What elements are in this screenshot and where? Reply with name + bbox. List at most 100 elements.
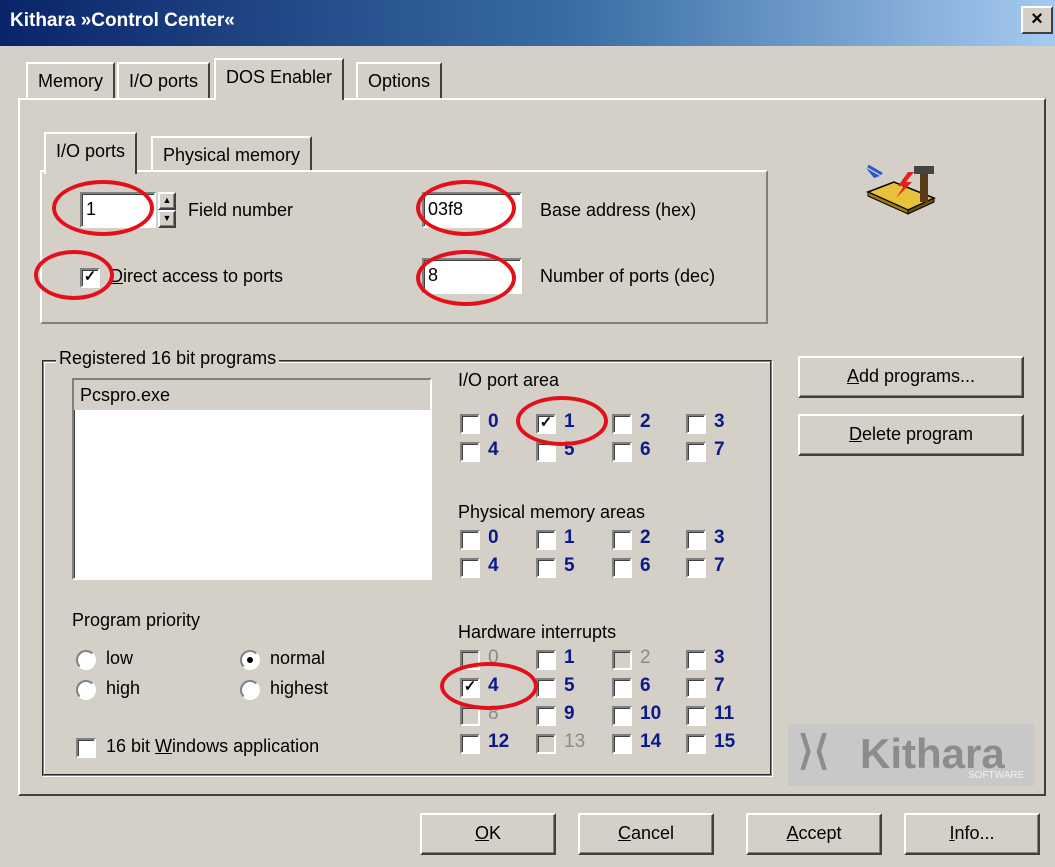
io-port-checkbox-7[interactable] (686, 442, 706, 462)
tab-dos-enabler[interactable]: DOS Enabler (214, 58, 345, 100)
phys-mem-label-3: 3 (714, 527, 725, 548)
field-number-spinner[interactable]: ▲ ▼ (158, 192, 176, 228)
list-item[interactable]: Pcspro.exe (74, 380, 430, 410)
io-port-checkbox-3[interactable] (686, 414, 706, 434)
irq-checkbox-8 (460, 706, 480, 726)
close-button[interactable]: × (1021, 6, 1053, 34)
subtab-io-ports[interactable]: I/O ports (44, 132, 138, 174)
kithara-k-icon: ⟩⟨ (798, 729, 830, 773)
io-port-checkbox-6[interactable] (612, 442, 632, 462)
base-address-label: Base address (hex) (540, 200, 697, 220)
irq-checkbox-7[interactable] (686, 678, 706, 698)
win16-label: 16 bit Windows application (106, 736, 320, 756)
phys-mem-label-4: 4 (488, 555, 499, 576)
irq-label-12: 12 (488, 731, 510, 752)
irq-checkbox-1[interactable] (536, 650, 556, 670)
window-title: Kithara »Control Center« (10, 10, 235, 31)
io-port-label-3: 3 (714, 411, 725, 432)
irq-label-14: 14 (640, 731, 662, 752)
phys-mem-label-5: 5 (564, 555, 575, 576)
irq-checkbox-9[interactable] (536, 706, 556, 726)
num-ports-label: Number of ports (dec) (540, 266, 716, 286)
irq-checkbox-2 (612, 650, 632, 670)
phys-mem-checkbox-7[interactable] (686, 558, 706, 578)
irq-label-9: 9 (564, 703, 575, 724)
phys-mem-checkbox-5[interactable] (536, 558, 556, 578)
io-port-checkbox-0[interactable] (460, 414, 480, 434)
io-port-label-7: 7 (714, 439, 725, 460)
field-number-input[interactable]: 1 (80, 192, 156, 228)
irq-checkbox-5[interactable] (536, 678, 556, 698)
phys-mem-areas-label: Physical memory areas (458, 502, 646, 522)
phys-mem-checkbox-1[interactable] (536, 530, 556, 550)
irq-checkbox-6[interactable] (612, 678, 632, 698)
io-port-checkbox-2[interactable] (612, 414, 632, 434)
phys-mem-checkbox-3[interactable] (686, 530, 706, 550)
radio-high[interactable] (76, 680, 96, 700)
io-port-label-1: 1 (564, 411, 575, 432)
radio-highest-label: highest (270, 678, 329, 698)
delete-program-button[interactable]: Delete program (798, 414, 1024, 456)
accept-button[interactable]: Accept (746, 813, 882, 855)
direct-access-checkbox[interactable]: ✓ (80, 268, 100, 288)
io-port-area-label: I/O port area (458, 370, 560, 390)
radio-low[interactable] (76, 650, 96, 670)
radio-normal[interactable] (240, 650, 260, 670)
add-programs-button[interactable]: Add programs... (798, 356, 1024, 398)
radio-normal-label: normal (270, 648, 326, 668)
spin-down-icon[interactable]: ▼ (158, 210, 176, 228)
spin-up-icon[interactable]: ▲ (158, 192, 176, 210)
num-ports-input[interactable]: 8 (422, 258, 522, 294)
phys-mem-label-7: 7 (714, 555, 725, 576)
irq-checkbox-11[interactable] (686, 706, 706, 726)
program-listbox[interactable]: Pcspro.exe (72, 378, 432, 580)
irq-label-6: 6 (640, 675, 651, 696)
tab-memory[interactable]: Memory (26, 62, 116, 100)
io-port-label-5: 5 (564, 439, 575, 460)
io-port-checkbox-5[interactable] (536, 442, 556, 462)
phys-mem-label-1: 1 (564, 527, 575, 548)
irq-label-8: 8 (488, 703, 499, 724)
info-button[interactable]: Info... (904, 813, 1040, 855)
irq-checkbox-14[interactable] (612, 734, 632, 754)
irq-label-0: 0 (488, 647, 499, 668)
subtab-physical-memory[interactable]: Physical memory (151, 136, 313, 174)
tab-io-ports[interactable]: I/O ports (117, 62, 211, 100)
kithara-logo: ⟩⟨ Kithara SOFTWARE (788, 724, 1034, 786)
io-port-checkbox-1[interactable]: ✓ (536, 414, 556, 434)
direct-access-label: Direct access to ports (110, 266, 284, 286)
irq-checkbox-15[interactable] (686, 734, 706, 754)
io-port-label-2: 2 (640, 411, 651, 432)
io-port-label-6: 6 (640, 439, 651, 460)
io-port-label-0: 0 (488, 411, 499, 432)
base-address-input[interactable]: 03f8 (422, 192, 522, 228)
tab-options[interactable]: Options (356, 62, 443, 100)
irq-label-4: 4 (488, 675, 499, 696)
phys-mem-checkbox-2[interactable] (612, 530, 632, 550)
irq-checkbox-13 (536, 734, 556, 754)
irq-checkbox-4[interactable]: ✓ (460, 678, 480, 698)
irq-checkbox-10[interactable] (612, 706, 632, 726)
irq-checkbox-0 (460, 650, 480, 670)
irq-label-13: 13 (564, 731, 586, 752)
irq-checkbox-3[interactable] (686, 650, 706, 670)
irq-label-7: 7 (714, 675, 725, 696)
irq-label-15: 15 (714, 731, 736, 752)
io-port-label-4: 4 (488, 439, 499, 460)
hw-interrupts-label: Hardware interrupts (458, 622, 617, 642)
hardware-chip-icon (860, 164, 942, 220)
io-port-checkbox-4[interactable] (460, 442, 480, 462)
title-bar: Kithara »Control Center« × (0, 0, 1055, 46)
phys-mem-checkbox-4[interactable] (460, 558, 480, 578)
phys-mem-checkbox-6[interactable] (612, 558, 632, 578)
radio-low-label: low (106, 648, 134, 668)
win16-checkbox[interactable] (76, 738, 96, 758)
irq-label-5: 5 (564, 675, 575, 696)
irq-label-1: 1 (564, 647, 575, 668)
radio-highest[interactable] (240, 680, 260, 700)
ok-button[interactable]: OK (420, 813, 556, 855)
phys-mem-label-6: 6 (640, 555, 651, 576)
irq-checkbox-12[interactable] (460, 734, 480, 754)
phys-mem-checkbox-0[interactable] (460, 530, 480, 550)
cancel-button[interactable]: Cancel (578, 813, 714, 855)
